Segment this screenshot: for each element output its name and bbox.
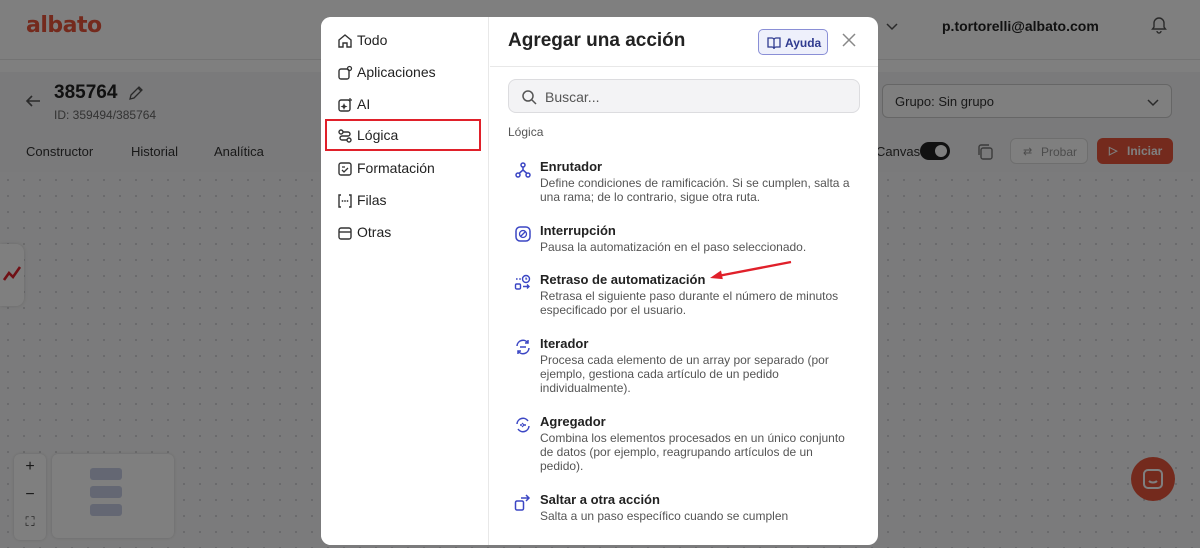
action-description: Combina los elementos procesados en un ú… <box>540 431 845 473</box>
action-retraso[interactable]: Retraso de automatización Retrasa el sig… <box>514 272 854 320</box>
jump-icon <box>514 494 531 511</box>
home-icon <box>338 34 352 48</box>
help-button[interactable]: Ayuda <box>758 29 828 55</box>
search-icon <box>522 90 537 105</box>
search-field[interactable] <box>508 79 860 113</box>
action-saltar[interactable]: Saltar a otra acción Salta a un paso esp… <box>514 492 854 526</box>
action-enrutador[interactable]: Enrutador Define condiciones de ramifica… <box>514 159 854 207</box>
apps-icon <box>338 65 353 80</box>
ai-sparkle-icon <box>338 98 352 112</box>
action-name: Retraso de automatización <box>540 272 706 287</box>
action-description: Procesa cada elemento de un array por se… <box>540 353 829 395</box>
action-name: Agregador <box>540 414 606 429</box>
iterator-icon <box>516 339 530 355</box>
category-label: Todo <box>357 32 388 48</box>
aggregator-icon <box>516 417 530 433</box>
box-icon <box>338 227 352 240</box>
stop-icon <box>515 226 531 242</box>
logic-flow-icon <box>338 129 352 143</box>
category-sidebar: Todo Aplicaciones AI Lógica Formatación … <box>321 17 489 545</box>
action-name: Enrutador <box>540 159 603 174</box>
action-description: Define condiciones de ramificación. Si s… <box>540 176 850 204</box>
action-interrupcion[interactable]: Interrupción Pausa la automatización en … <box>514 223 854 257</box>
category-formatacion[interactable]: Formatación <box>335 157 481 181</box>
section-label: Lógica <box>508 125 544 139</box>
category-label: AI <box>357 96 371 112</box>
rows-brackets-icon <box>338 194 352 208</box>
category-label: Filas <box>357 192 387 208</box>
book-icon <box>767 37 781 50</box>
category-otras[interactable]: Otras <box>335 221 481 245</box>
action-name: Saltar a otra acción <box>540 492 660 507</box>
action-name: Iterador <box>540 336 589 351</box>
category-todo[interactable]: Todo <box>335 29 481 53</box>
category-label: Otras <box>357 224 392 240</box>
annotation-arrow <box>710 260 792 280</box>
action-panel: Agregar una acción Ayuda Lógica Enrutado… <box>490 17 878 545</box>
action-description: Pausa la automatización en el paso selec… <box>540 240 807 254</box>
format-icon <box>338 162 352 176</box>
close-icon[interactable] <box>838 29 860 51</box>
delay-icon <box>514 274 531 290</box>
category-label: Formatación <box>357 160 435 176</box>
action-agregador[interactable]: Agregador Combina los elementos procesad… <box>514 414 854 476</box>
help-label: Ayuda <box>785 36 822 50</box>
category-label: Lógica <box>357 127 399 143</box>
action-name: Interrupción <box>540 223 616 238</box>
category-filas[interactable]: Filas <box>335 189 481 213</box>
action-description: Retrasa el siguiente paso durante el núm… <box>540 289 839 317</box>
router-icon <box>515 162 531 178</box>
action-description: Salta a un paso específico cuando se cum… <box>540 509 789 523</box>
modal-title: Agregar una acción <box>508 30 686 51</box>
action-iterador[interactable]: Iterador Procesa cada elemento de un arr… <box>514 336 854 398</box>
category-logica[interactable]: Lógica <box>325 119 481 151</box>
category-ai[interactable]: AI <box>335 93 481 117</box>
category-aplicaciones[interactable]: Aplicaciones <box>335 61 481 85</box>
category-label: Aplicaciones <box>357 64 436 80</box>
search-input[interactable] <box>545 86 845 108</box>
modal-header: Agregar una acción Ayuda <box>490 17 878 67</box>
